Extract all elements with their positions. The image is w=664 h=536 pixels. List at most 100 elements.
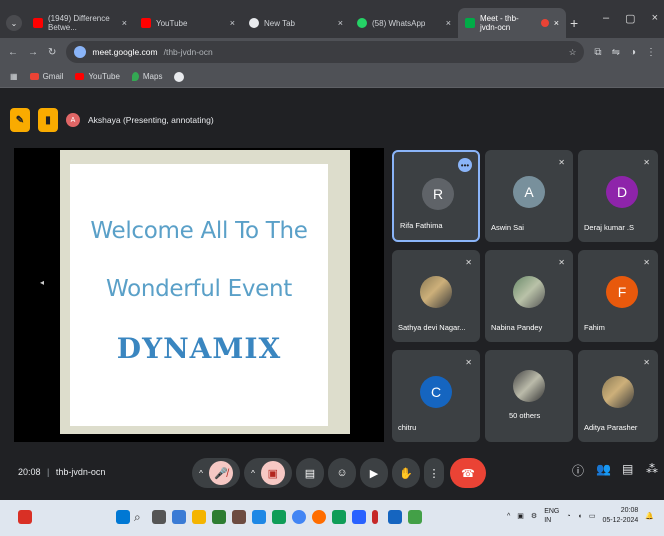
app-icon[interactable] [232,510,246,524]
forward-icon[interactable]: → [28,47,38,58]
annotation-pen-button[interactable]: ▮ [38,108,58,132]
app-icon[interactable] [252,510,266,524]
menu-icon[interactable]: ⋮ [646,47,656,58]
tab-close-button[interactable]: × [446,18,451,28]
windows-taskbar: ⌕ ^ ▣ ⚙ ENG IN ◔ ◖ ▭ 20:08 05-12-2024 🔔 [0,500,664,536]
reload-icon[interactable]: ↻ [48,47,56,58]
lang-indicator[interactable]: ENG IN [544,507,559,525]
app-icon[interactable] [408,510,422,524]
tray-app-icon[interactable]: ⚙ [531,512,537,520]
url-path: /thb-jvdn-ocn [163,47,213,57]
participant-name: Aditya Parasher [584,423,638,432]
tab-label: New Tab [264,18,295,28]
maximize-button[interactable]: ▢ [625,12,635,25]
mic-off-button[interactable]: 🎤̸ [208,461,233,485]
url-bar[interactable]: meet.google.com/thb-jvdn-ocn ☆ [66,41,585,63]
app-icon[interactable] [388,510,402,524]
participant-tile[interactable]: ✕ C chitru [392,350,480,442]
video-options-chevron-icon[interactable]: ^ [251,469,255,478]
bookmark-gmail[interactable]: Gmail [29,72,63,81]
volume-icon[interactable]: ◖ [578,513,582,520]
meeting-code: thb-jvdn-ocn [55,467,106,477]
bookmarks-bar: ▦ Gmail YouTube Maps [0,66,664,88]
avatar-photo [513,370,545,402]
tab-youtube[interactable]: YouTube × [134,8,242,38]
site-info-icon[interactable] [74,46,87,58]
vscode-icon[interactable] [352,510,366,524]
start-icon[interactable] [116,510,130,524]
chrome-icon[interactable] [174,71,185,82]
people-icon[interactable]: 👥 [596,462,611,476]
clock[interactable]: 20:08 05-12-2024 [602,506,638,526]
apps-icon[interactable]: ▦ [10,72,18,81]
search-icon[interactable]: ⌕ [134,510,141,525]
app-icon[interactable] [372,510,378,524]
tab-close-button[interactable]: × [122,18,127,28]
chat-icon[interactable]: ▤ [622,462,633,476]
mic-off-icon: ✕ [465,258,472,267]
participant-tile[interactable]: ••• R Rifa Fathima [392,150,480,242]
tab-close-button[interactable]: × [230,18,235,28]
close-window-button[interactable]: × [652,12,658,25]
extensions-icon[interactable]: ⧉ [594,47,601,58]
tab-close-button[interactable]: × [338,18,343,28]
presenter-avatar: A [66,113,80,127]
cast-icon[interactable]: ⇋ [612,47,620,58]
participant-tile[interactable]: ✕ A Aswin Sai [485,150,573,242]
back-icon[interactable]: ← [8,47,18,58]
participant-tile[interactable]: ✕ Aditya Parasher [578,350,658,442]
leave-call-button[interactable]: ☎ [450,458,486,488]
tray-chevron-icon[interactable]: ^ [507,513,510,520]
more-options-icon[interactable]: ••• [458,158,472,172]
tab-close-button[interactable]: × [554,18,559,28]
bookmark-star-icon[interactable]: ☆ [569,47,577,58]
tray-app-icon[interactable]: ▣ [517,512,524,520]
app-icon[interactable] [272,510,286,524]
app-icon[interactable] [312,510,326,524]
new-tab-button[interactable]: + [570,15,578,31]
bookmark-maps[interactable]: Maps [131,72,162,81]
participant-tile[interactable]: ✕ Sathya devi Nagar... [392,250,480,342]
youtube-icon [75,73,85,80]
bookmark-youtube[interactable]: YouTube [75,72,120,81]
participant-tile[interactable]: ✕ F Fahim [578,250,658,342]
annotation-tool-button[interactable]: ✎ [10,108,30,132]
activities-icon[interactable]: ⁂ [646,462,658,476]
tab-label: (1949) Difference Betwe... [48,14,110,32]
presentation-stage[interactable]: ◂ Welcome All To The Wonderful Event DYN… [14,148,384,442]
app-icon[interactable] [212,510,226,524]
others-tile[interactable]: 50 others [485,350,573,442]
wifi-icon[interactable]: ◔ [566,513,570,520]
others-count: 50 others [509,411,541,420]
app-icon[interactable] [332,510,346,524]
tab-difference[interactable]: (1949) Difference Betwe... × [26,8,134,38]
camera-off-button[interactable]: ▣ [260,461,285,485]
mic-off-icon: ✕ [558,158,565,167]
file-explorer-icon[interactable] [192,510,206,524]
captions-button[interactable]: ▤ [296,458,324,488]
more-options-button[interactable]: ⋮ [424,458,444,488]
meeting-details-icon[interactable]: ⓘ [572,462,584,479]
participant-name: Sathya devi Nagar... [398,323,466,332]
tab-search-icon[interactable]: ⌄ [6,15,22,31]
present-button[interactable]: ▶ [360,458,388,488]
raise-hand-button[interactable]: ✋ [392,458,420,488]
participant-tile[interactable]: ✕ Nabina Pandey [485,250,573,342]
tab-new-tab[interactable]: New Tab × [242,8,350,38]
presenter-bar: ✎ ▮ A Akshaya (Presenting, annotating) [10,107,214,133]
tab-meet[interactable]: Meet - thb-jvdn-ocn × [458,8,566,38]
audio-options-chevron-icon[interactable]: ^ [199,469,203,478]
emoji-button[interactable]: ☺ [328,458,356,488]
avatar: A [513,176,545,208]
task-view-icon[interactable] [152,510,166,524]
notification-icon[interactable]: 🔔 [645,512,654,520]
participant-tile[interactable]: ✕ D Deraj kumar .S [578,150,658,242]
chrome-icon[interactable] [292,510,306,524]
battery-icon[interactable]: ▭ [589,512,596,520]
app-icon[interactable] [172,510,186,524]
profile-icon[interactable]: ◑ [630,47,636,58]
minimize-button[interactable]: – [603,12,609,25]
mic-off-icon: ✕ [643,158,650,167]
widgets-icon[interactable] [18,510,32,524]
tab-whatsapp[interactable]: (58) WhatsApp × [350,8,458,38]
